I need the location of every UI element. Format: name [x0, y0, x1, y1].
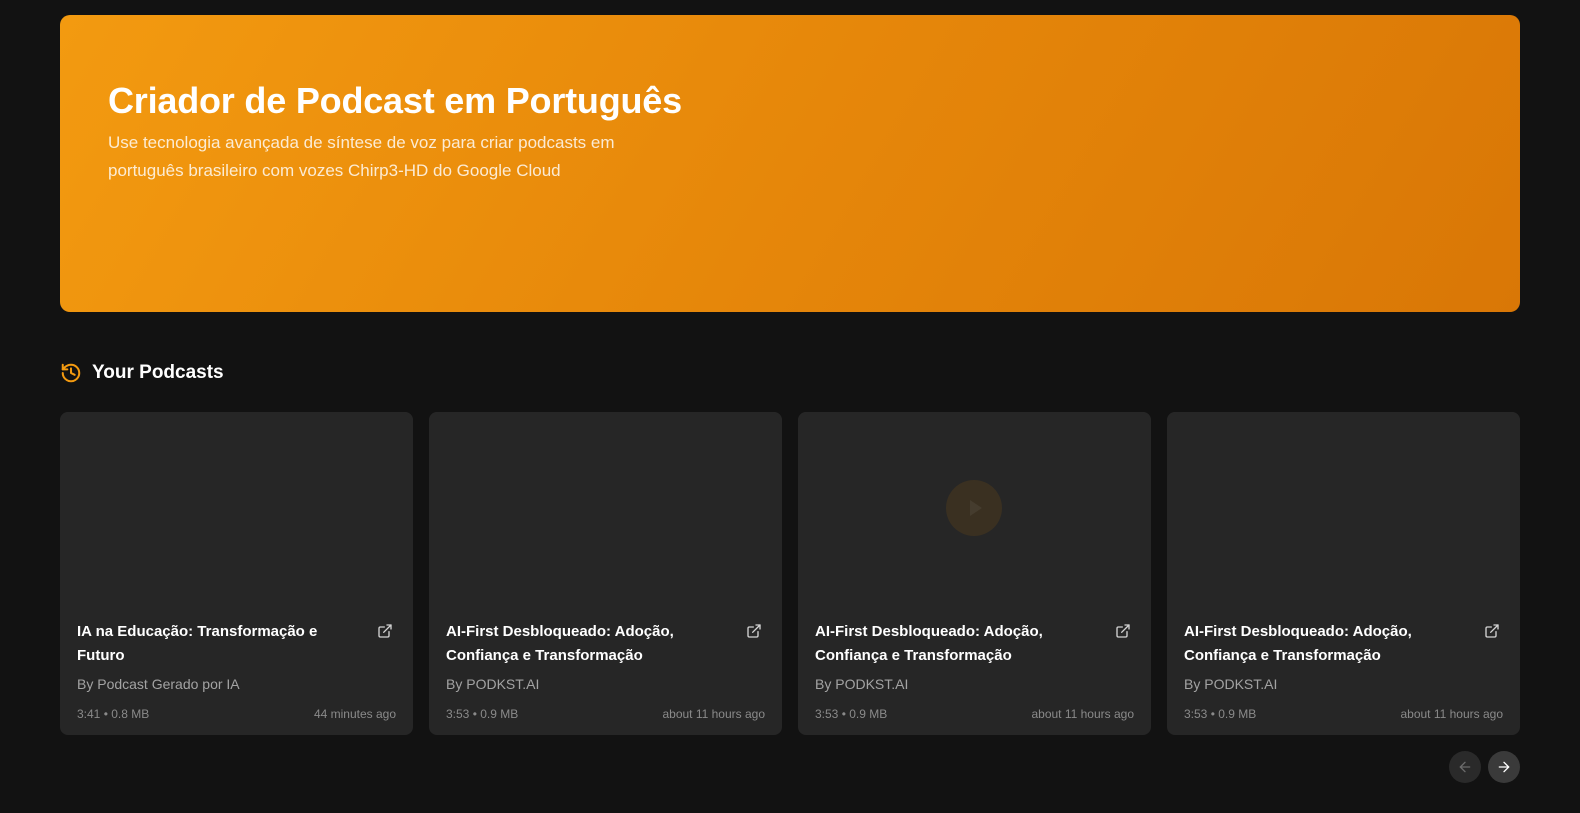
podcast-duration-size: 3:53 • 0.9 MB	[815, 707, 888, 721]
podcast-card-body: AI-First Desbloqueado: Adoção, Confiança…	[1167, 604, 1520, 735]
podcast-meta: 3:53 • 0.9 MB about 11 hours ago	[446, 707, 765, 721]
hero-title: Criador de Podcast em Português	[108, 80, 682, 121]
podcast-time-ago: about 11 hours ago	[1400, 707, 1503, 721]
external-link-icon[interactable]	[1115, 623, 1131, 639]
podcast-thumbnail[interactable]	[1167, 412, 1520, 604]
play-icon	[970, 500, 982, 516]
podcast-title: IA na Educação: Transformação e Futuro	[77, 623, 318, 664]
podcast-card[interactable]: AI-First Desbloqueado: Adoção, Confiança…	[429, 412, 782, 735]
podcast-time-ago: about 11 hours ago	[1031, 707, 1134, 721]
external-link-icon[interactable]	[377, 623, 393, 639]
carousel-prev-button[interactable]	[1449, 751, 1481, 783]
podcast-card-body: AI-First Desbloqueado: Adoção, Confiança…	[798, 604, 1151, 735]
arrow-right-icon	[1496, 759, 1512, 775]
podcast-card-body: IA na Educação: Transformação e Futuro B…	[60, 604, 413, 735]
history-icon	[60, 362, 82, 384]
podcast-meta: 3:53 • 0.9 MB about 11 hours ago	[1184, 707, 1503, 721]
carousel-next-button[interactable]	[1488, 751, 1520, 783]
podcast-author: By Podcast Gerado por IA	[77, 676, 240, 692]
podcast-card[interactable]: IA na Educação: Transformação e Futuro B…	[60, 412, 413, 735]
podcast-author: By PODKST.AI	[1184, 676, 1278, 692]
podcast-duration-size: 3:53 • 0.9 MB	[446, 707, 519, 721]
podcast-time-ago: about 11 hours ago	[662, 707, 765, 721]
arrow-left-icon	[1457, 759, 1473, 775]
podcast-card-body: AI-First Desbloqueado: Adoção, Confiança…	[429, 604, 782, 735]
podcast-title: AI-First Desbloqueado: Adoção, Confiança…	[1184, 623, 1412, 664]
external-link-icon[interactable]	[1484, 623, 1500, 639]
external-link-icon[interactable]	[746, 623, 762, 639]
podcast-list: IA na Educação: Transformação e Futuro B…	[60, 412, 1520, 735]
page: Criador de Podcast em Português Use tecn…	[0, 0, 1580, 813]
podcast-meta: 3:53 • 0.9 MB about 11 hours ago	[815, 707, 1134, 721]
play-button[interactable]	[946, 480, 1002, 536]
podcast-duration-size: 3:41 • 0.8 MB	[77, 707, 150, 721]
podcasts-section-header: Your Podcasts	[60, 362, 224, 384]
podcast-author: By PODKST.AI	[815, 676, 909, 692]
podcast-duration-size: 3:53 • 0.9 MB	[1184, 707, 1257, 721]
podcast-author: By PODKST.AI	[446, 676, 540, 692]
podcast-title: AI-First Desbloqueado: Adoção, Confiança…	[446, 623, 674, 664]
podcast-time-ago: 44 minutes ago	[313, 707, 396, 721]
hero-subtitle: Use tecnologia avançada de síntese de vo…	[108, 133, 615, 180]
podcast-meta: 3:41 • 0.8 MB 44 minutes ago	[77, 707, 396, 721]
podcast-thumbnail[interactable]	[798, 412, 1151, 604]
podcast-title: AI-First Desbloqueado: Adoção, Confiança…	[815, 623, 1043, 664]
section-title: Your Podcasts	[92, 362, 224, 383]
podcast-card[interactable]: AI-First Desbloqueado: Adoção, Confiança…	[1167, 412, 1520, 735]
podcast-thumbnail[interactable]	[60, 412, 413, 604]
hero-banner: Criador de Podcast em Português Use tecn…	[60, 15, 1520, 312]
podcast-thumbnail[interactable]	[429, 412, 782, 604]
podcast-card[interactable]: AI-First Desbloqueado: Adoção, Confiança…	[798, 412, 1151, 735]
